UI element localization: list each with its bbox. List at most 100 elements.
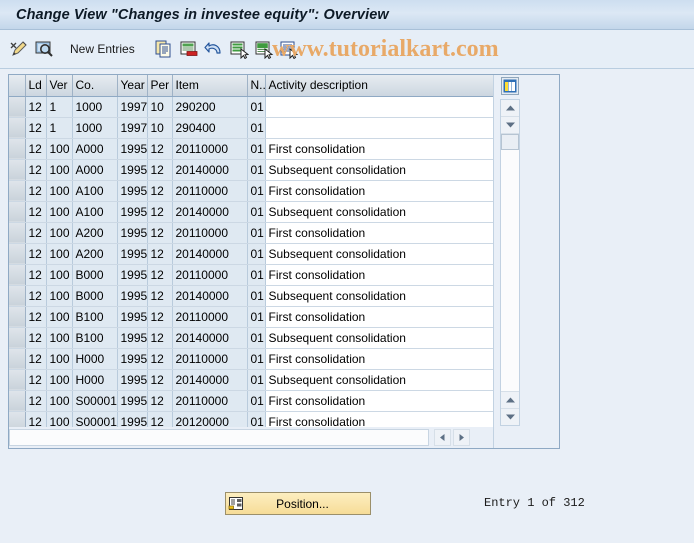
cell-per[interactable]: 12 bbox=[147, 285, 173, 307]
cell-ver[interactable]: 100 bbox=[46, 306, 73, 328]
copy-icon[interactable] bbox=[153, 38, 175, 60]
cell-item[interactable]: 20110000 bbox=[172, 348, 248, 370]
cell-item[interactable]: 20110000 bbox=[172, 306, 248, 328]
cell-per[interactable]: 12 bbox=[147, 306, 173, 328]
cell-desc[interactable]: First consolidation bbox=[265, 138, 493, 160]
cell-ver[interactable]: 100 bbox=[46, 411, 73, 427]
column-header-co[interactable]: Co. bbox=[72, 75, 118, 97]
cell-per[interactable]: 12 bbox=[147, 348, 173, 370]
cell-ver[interactable]: 100 bbox=[46, 138, 73, 160]
position-button[interactable]: Position... bbox=[225, 492, 371, 515]
delete-icon[interactable] bbox=[178, 38, 200, 60]
display-change-icon[interactable] bbox=[8, 38, 30, 60]
cell-n[interactable]: 01 bbox=[247, 327, 266, 349]
row-selector[interactable] bbox=[9, 138, 26, 160]
cell-ver[interactable]: 100 bbox=[46, 348, 73, 370]
cell-desc[interactable]: First consolidation bbox=[265, 264, 493, 286]
horizontal-scroll-track[interactable] bbox=[9, 429, 429, 446]
new-entries-button[interactable]: New Entries bbox=[68, 42, 143, 56]
cell-item[interactable]: 290400 bbox=[172, 117, 248, 139]
table-row[interactable]: 12 100 B100 1995 12 20110000 01 First consolida… bbox=[9, 306, 493, 328]
row-selector[interactable] bbox=[9, 264, 26, 286]
table-row[interactable]: 12 100 S00001 1995 12 20110000 01 First consoli… bbox=[9, 390, 493, 412]
cell-co[interactable]: B000 bbox=[72, 264, 118, 286]
table-row[interactable]: 12 100 A000 1995 12 20140000 01 Subsequent cons… bbox=[9, 159, 493, 181]
cell-desc[interactable]: Subsequent consolidation bbox=[265, 159, 493, 181]
cell-year[interactable]: 1995 bbox=[117, 264, 148, 286]
cell-desc[interactable]: First consolidation bbox=[265, 390, 493, 412]
cell-n[interactable]: 01 bbox=[247, 348, 266, 370]
row-selector[interactable] bbox=[9, 306, 26, 328]
scroll-down-icon[interactable] bbox=[501, 408, 519, 425]
cell-item[interactable]: 20110000 bbox=[172, 138, 248, 160]
cell-ver[interactable]: 100 bbox=[46, 159, 73, 181]
table-row[interactable]: 12 100 H000 1995 12 20140000 01 Subsequent cons… bbox=[9, 369, 493, 391]
cell-co[interactable]: A000 bbox=[72, 138, 118, 160]
table-row[interactable]: 12 100 B000 1995 12 20140000 01 Subsequent cons… bbox=[9, 285, 493, 307]
cell-n[interactable]: 01 bbox=[247, 411, 266, 427]
cell-per[interactable]: 12 bbox=[147, 327, 173, 349]
cell-ver[interactable]: 1 bbox=[46, 96, 73, 118]
cell-co[interactable]: S00001 bbox=[72, 390, 118, 412]
cell-year[interactable]: 1995 bbox=[117, 180, 148, 202]
row-selector[interactable] bbox=[9, 117, 26, 139]
column-header-item[interactable]: Item bbox=[172, 75, 248, 97]
cell-item[interactable]: 20110000 bbox=[172, 180, 248, 202]
cell-co[interactable]: B100 bbox=[72, 327, 118, 349]
cell-ld[interactable]: 12 bbox=[25, 348, 47, 370]
cell-n[interactable]: 01 bbox=[247, 264, 266, 286]
cell-co[interactable]: S00001 bbox=[72, 411, 118, 427]
cell-co[interactable]: A200 bbox=[72, 222, 118, 244]
cell-item[interactable]: 20140000 bbox=[172, 369, 248, 391]
cell-ver[interactable]: 100 bbox=[46, 285, 73, 307]
table-row[interactable]: 12 100 B000 1995 12 20110000 01 First consolida… bbox=[9, 264, 493, 286]
cell-co[interactable]: B100 bbox=[72, 306, 118, 328]
cell-ver[interactable]: 100 bbox=[46, 180, 73, 202]
cell-co[interactable]: H000 bbox=[72, 369, 118, 391]
cell-per[interactable]: 10 bbox=[147, 117, 173, 139]
table-row[interactable]: 12 100 H000 1995 12 20110000 01 First consolida… bbox=[9, 348, 493, 370]
cell-desc[interactable]: Subsequent consolidation bbox=[265, 285, 493, 307]
vertical-scrollbar[interactable] bbox=[500, 99, 520, 426]
cell-ver[interactable]: 100 bbox=[46, 264, 73, 286]
scroll-up-icon[interactable] bbox=[501, 100, 519, 117]
cell-item[interactable]: 20110000 bbox=[172, 264, 248, 286]
select-all-icon[interactable] bbox=[228, 38, 250, 60]
select-all-column-header[interactable] bbox=[9, 75, 26, 97]
cell-n[interactable]: 01 bbox=[247, 390, 266, 412]
row-selector[interactable] bbox=[9, 159, 26, 181]
cell-co[interactable]: A200 bbox=[72, 243, 118, 265]
cell-desc[interactable]: Subsequent consolidation bbox=[265, 369, 493, 391]
cell-ver[interactable]: 100 bbox=[46, 222, 73, 244]
cell-ver[interactable]: 100 bbox=[46, 369, 73, 391]
column-header-activity-description[interactable]: Activity description bbox=[265, 75, 493, 97]
cell-co[interactable]: A100 bbox=[72, 180, 118, 202]
cell-desc[interactable]: First consolidation bbox=[265, 411, 493, 427]
cell-desc[interactable] bbox=[265, 96, 493, 118]
cell-co[interactable]: A000 bbox=[72, 159, 118, 181]
cell-item[interactable]: 20140000 bbox=[172, 201, 248, 223]
column-header-year[interactable]: Year bbox=[117, 75, 148, 97]
cell-ld[interactable]: 12 bbox=[25, 117, 47, 139]
cell-year[interactable]: 1995 bbox=[117, 159, 148, 181]
row-selector[interactable] bbox=[9, 96, 26, 118]
select-block-icon[interactable] bbox=[253, 38, 275, 60]
table-row[interactable]: 12 100 A200 1995 12 20140000 01 Subsequent cons… bbox=[9, 243, 493, 265]
cell-year[interactable]: 1995 bbox=[117, 201, 148, 223]
cell-ld[interactable]: 12 bbox=[25, 159, 47, 181]
vertical-scroll-thumb[interactable] bbox=[501, 134, 519, 150]
column-header-n[interactable]: N.. bbox=[247, 75, 266, 97]
table-row[interactable]: 12 1 1000 1997 10 290400 01 bbox=[9, 117, 493, 139]
undo-icon[interactable] bbox=[203, 38, 225, 60]
scroll-left-icon[interactable] bbox=[434, 429, 451, 446]
cell-ld[interactable]: 12 bbox=[25, 96, 47, 118]
cell-desc[interactable]: First consolidation bbox=[265, 222, 493, 244]
table-row[interactable]: 12 1 1000 1997 10 290200 01 bbox=[9, 96, 493, 118]
cell-n[interactable]: 01 bbox=[247, 306, 266, 328]
cell-ld[interactable]: 12 bbox=[25, 243, 47, 265]
cell-desc[interactable]: Subsequent consolidation bbox=[265, 327, 493, 349]
cell-year[interactable]: 1995 bbox=[117, 390, 148, 412]
row-selector[interactable] bbox=[9, 243, 26, 265]
horizontal-scrollbar[interactable] bbox=[9, 427, 493, 448]
cell-n[interactable]: 01 bbox=[247, 159, 266, 181]
